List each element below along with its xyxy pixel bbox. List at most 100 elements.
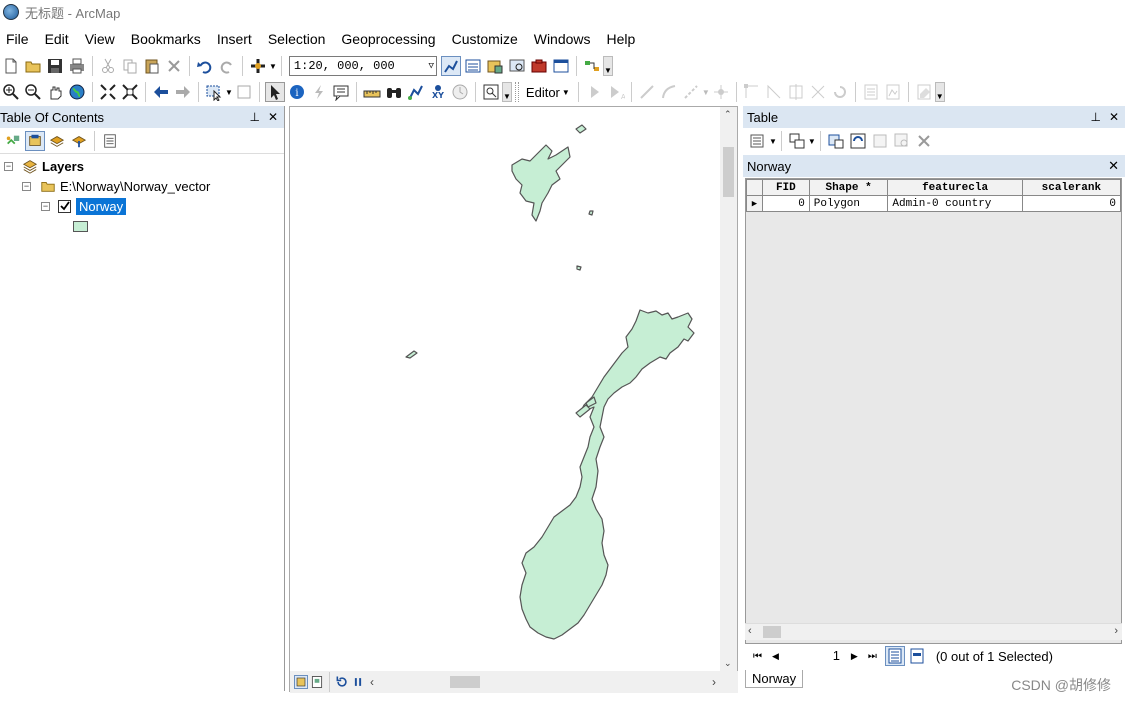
- pan-hand-icon[interactable]: [45, 82, 65, 102]
- first-record-icon[interactable]: ⏮: [753, 651, 762, 662]
- collapse-icon[interactable]: −: [41, 201, 50, 211]
- pin-icon[interactable]: ⊥: [249, 110, 259, 124]
- reshape-feature-icon[interactable]: [764, 82, 784, 102]
- table-row[interactable]: ▶ 0 Polygon Admin-0 country 0: [746, 195, 1121, 212]
- folder-row[interactable]: − E:\Norway\Norway_vector: [22, 177, 210, 195]
- close-icon[interactable]: ✕: [1108, 158, 1119, 174]
- chevron-down-icon[interactable]: ▼: [702, 88, 710, 97]
- fixed-zoom-in-icon[interactable]: [98, 82, 118, 102]
- cut-icon[interactable]: [98, 56, 118, 76]
- chevron-down-icon[interactable]: ▼: [769, 137, 777, 146]
- toolbar-options-icon[interactable]: ▼: [602, 56, 613, 76]
- toolbar-options-icon[interactable]: ▼: [934, 82, 945, 102]
- previous-record-icon[interactable]: ◀: [772, 651, 779, 662]
- scroll-left-icon[interactable]: ‹: [370, 675, 374, 689]
- edit-tool-icon[interactable]: [584, 82, 604, 102]
- scroll-up-icon[interactable]: ⌃: [724, 109, 732, 120]
- time-slider-icon[interactable]: [450, 82, 470, 102]
- table-bottom-tab-norway[interactable]: Norway: [745, 670, 804, 688]
- table-of-contents-window-icon[interactable]: [463, 56, 483, 76]
- column-header-scalerank[interactable]: scalerank: [1021, 179, 1121, 196]
- zoom-in-icon[interactable]: [1, 82, 21, 102]
- save-icon[interactable]: [45, 56, 65, 76]
- map-vertical-scrollbar[interactable]: ⌃ ⌄: [720, 107, 737, 671]
- go-to-xy-icon[interactable]: XY: [428, 82, 448, 102]
- zoom-out-icon[interactable]: [23, 82, 43, 102]
- rotate-tool-icon[interactable]: [830, 82, 850, 102]
- last-record-icon[interactable]: ⏭: [868, 651, 877, 662]
- add-data-icon[interactable]: [248, 56, 268, 76]
- menu-file[interactable]: File: [0, 28, 37, 50]
- menu-insert[interactable]: Insert: [209, 28, 260, 50]
- svalbard-polygon[interactable]: [511, 144, 571, 222]
- norway-layer-row[interactable]: − Norway: [41, 197, 127, 215]
- table-horizontal-scrollbar[interactable]: ‹ ›: [745, 623, 1122, 640]
- pause-drawing-icon[interactable]: [351, 675, 365, 689]
- find-route-icon[interactable]: [406, 82, 426, 102]
- measure-ruler-icon[interactable]: [362, 82, 382, 102]
- cell-scalerank[interactable]: 0: [1021, 195, 1121, 212]
- scroll-thumb[interactable]: [723, 147, 734, 197]
- go-back-arrow-icon[interactable]: [151, 82, 171, 102]
- list-by-visibility-icon[interactable]: [47, 131, 67, 151]
- row-selector-header[interactable]: [746, 179, 763, 196]
- column-header-shape[interactable]: Shape *: [808, 179, 889, 196]
- list-by-drawing-order-icon[interactable]: [3, 131, 23, 151]
- current-row-indicator-icon[interactable]: ▶: [746, 195, 763, 212]
- nordaustlandet-polygon[interactable]: [575, 124, 587, 134]
- sketch-properties-icon[interactable]: [883, 82, 903, 102]
- identify-info-icon[interactable]: i: [287, 82, 307, 102]
- toolbar-options-icon[interactable]: ▼: [501, 82, 512, 102]
- menu-bookmarks[interactable]: Bookmarks: [123, 28, 209, 50]
- list-by-selection-icon[interactable]: [69, 131, 89, 151]
- chevron-down-icon[interactable]: ▼: [269, 62, 277, 71]
- go-forward-arrow-icon[interactable]: [173, 82, 193, 102]
- full-extent-globe-icon[interactable]: [67, 82, 87, 102]
- redo-icon[interactable]: [217, 56, 237, 76]
- cell-featurecla[interactable]: Admin-0 country: [887, 195, 1023, 212]
- switch-selection-icon[interactable]: [848, 131, 868, 151]
- hyperlink-lightning-icon[interactable]: [309, 82, 329, 102]
- clear-selection-table-icon[interactable]: [870, 131, 890, 151]
- chevron-down-icon[interactable]: ▽: [429, 61, 434, 71]
- find-binoculars-icon[interactable]: [384, 82, 404, 102]
- menu-windows[interactable]: Windows: [526, 28, 599, 50]
- show-selected-records-icon[interactable]: [907, 646, 927, 666]
- clear-selection-icon[interactable]: [234, 82, 254, 102]
- scroll-right-icon[interactable]: ›: [712, 675, 716, 689]
- select-elements-pointer-icon[interactable]: [264, 82, 285, 102]
- edit-annotation-icon[interactable]: A: [606, 82, 626, 102]
- point-icon[interactable]: [711, 82, 731, 102]
- delete-icon[interactable]: [164, 56, 184, 76]
- collapse-icon[interactable]: −: [4, 161, 13, 171]
- open-folder-icon[interactable]: [23, 56, 43, 76]
- fixed-zoom-out-icon[interactable]: [120, 82, 140, 102]
- model-builder-icon[interactable]: [582, 56, 602, 76]
- paste-icon[interactable]: [142, 56, 162, 76]
- menu-geoprocessing[interactable]: Geoprocessing: [333, 28, 443, 50]
- catalog-window-icon[interactable]: [485, 56, 505, 76]
- layout-view-icon[interactable]: [310, 675, 324, 689]
- split-tool-icon[interactable]: [808, 82, 828, 102]
- delete-selected-icon[interactable]: [914, 131, 934, 151]
- polygon-symbol-patch[interactable]: [73, 220, 88, 232]
- cut-polygons-icon[interactable]: [786, 82, 806, 102]
- lofoten-islands-polygon[interactable]: [575, 404, 591, 418]
- current-record-input[interactable]: 1: [784, 647, 845, 665]
- attributes-icon[interactable]: [861, 82, 881, 102]
- close-icon[interactable]: ✕: [268, 110, 278, 124]
- cell-shape[interactable]: Polygon: [808, 195, 889, 212]
- python-window-icon[interactable]: [551, 56, 571, 76]
- trace-icon[interactable]: [681, 82, 701, 102]
- menu-edit[interactable]: Edit: [37, 28, 77, 50]
- editor-toolbar-icon[interactable]: [440, 56, 461, 76]
- menu-help[interactable]: Help: [599, 28, 644, 50]
- toolbar-grip[interactable]: [514, 82, 519, 102]
- endpoint-arc-icon[interactable]: [659, 82, 679, 102]
- toc-options-icon[interactable]: [100, 131, 120, 151]
- data-view-icon[interactable]: [294, 675, 308, 689]
- mainland-norway-polygon[interactable]: [519, 309, 695, 640]
- scroll-left-icon[interactable]: ‹: [748, 625, 752, 637]
- zoom-to-selected-icon[interactable]: [892, 131, 912, 151]
- chevron-down-icon[interactable]: ▼: [808, 137, 816, 146]
